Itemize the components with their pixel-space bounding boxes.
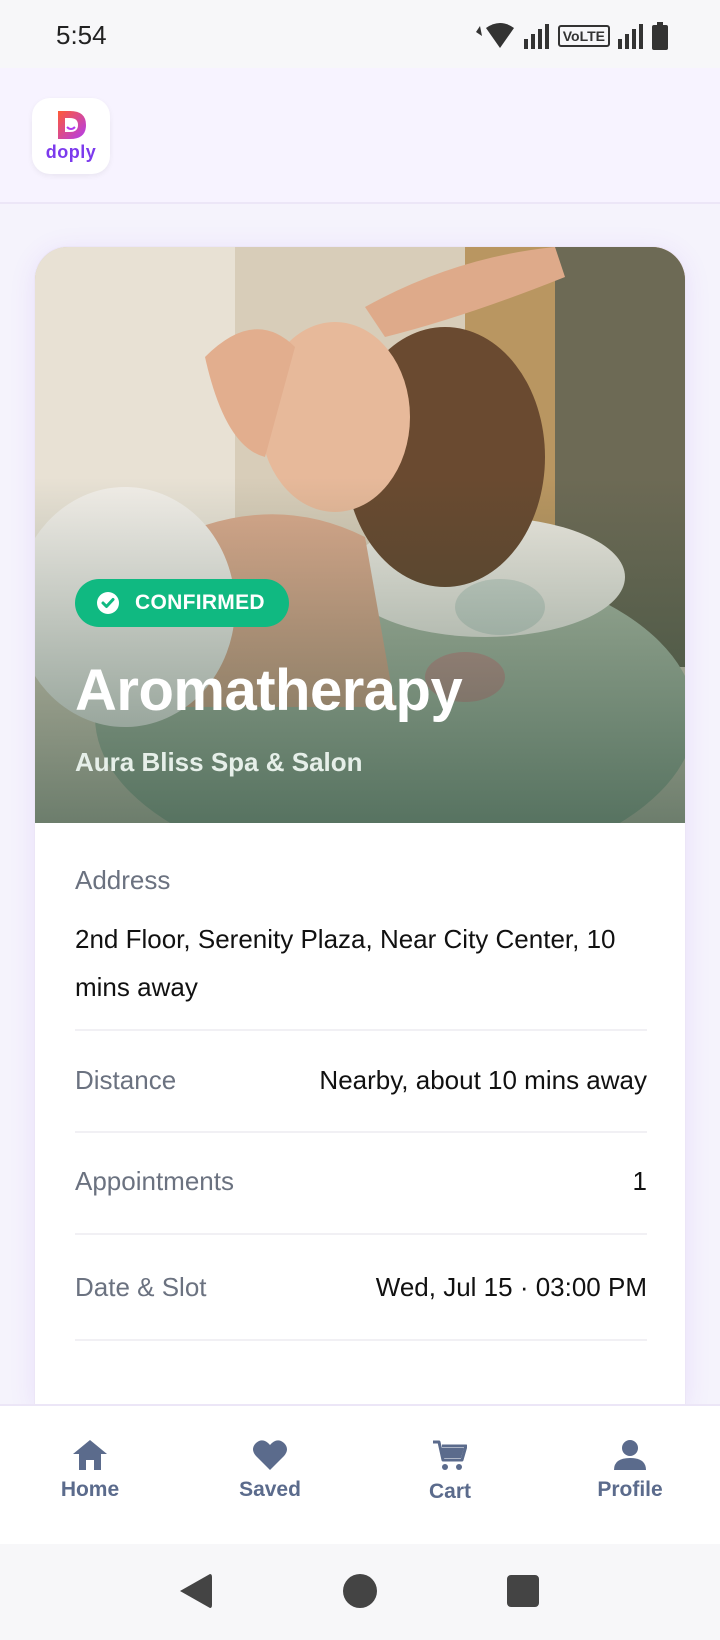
date-slot-label: Date & Slot [75,1271,207,1302]
divider [75,1029,647,1031]
signal-icon [523,24,549,49]
status-icons: VoLTE [475,22,668,50]
distance-row: Distance Nearby, about 10 mins away [75,1055,647,1105]
home-circle-icon[interactable] [343,1574,377,1608]
nav-profile-label: Profile [597,1478,663,1501]
bottom-nav: Home Saved Cart Profile [0,1404,720,1544]
nav-saved-label: Saved [239,1478,301,1501]
status-badge-label: CONFIRMED [135,591,265,614]
divider [75,1131,647,1133]
date-slot-value: Wed, Jul 15 · 03:00 PM [375,1271,647,1302]
nav-profile[interactable]: Profile [540,1406,720,1544]
divider [75,1339,647,1341]
wifi-icon [475,23,514,48]
status-time: 5:54 [56,20,107,50]
appointments-row: Appointments 1 [75,1156,647,1206]
back-icon[interactable] [180,1574,212,1608]
date-slot-row: Date & Slot Wed, Jul 15 · 03:00 PM [75,1262,647,1312]
cart-icon [433,1440,467,1470]
booking-card: CONFIRMED Aromatherapy Aura Bliss Spa & … [34,246,686,1406]
check-circle-icon [97,592,119,614]
distance-value: Nearby, about 10 mins away [319,1064,647,1095]
home-icon [73,1440,107,1470]
battery-icon [652,22,668,50]
hero-overlay [35,247,685,823]
nav-cart[interactable]: Cart [360,1406,540,1544]
appointments-value: 1 [632,1165,647,1196]
person-icon [614,1440,646,1470]
nav-home[interactable]: Home [0,1406,180,1544]
signal-icon-2 [618,24,643,49]
hero-image: CONFIRMED Aromatherapy Aura Bliss Spa & … [35,247,685,823]
nav-saved[interactable]: Saved [180,1406,360,1544]
app-logo[interactable]: doply [32,98,110,174]
volte-badge: VoLTE [557,25,610,47]
logo-mark-icon [58,111,86,139]
status-badge: CONFIRMED [75,579,289,627]
app-header: doply [0,68,720,204]
appointments-label: Appointments [75,1165,234,1196]
address-value: 2nd Floor, Serenity Plaza, Near City Cen… [75,924,616,1002]
venue-name: Aura Bliss Spa & Salon [75,747,363,777]
logo-text: doply [45,142,97,162]
recents-icon[interactable] [507,1575,539,1607]
address-label: Address [75,865,171,895]
system-nav-bar [0,1544,720,1640]
service-title: Aromatherapy [75,658,463,723]
status-bar: 5:54 VoLTE [0,0,720,72]
heart-icon [253,1440,287,1470]
divider [75,1233,647,1235]
nav-cart-label: Cart [428,1480,471,1503]
nav-home-label: Home [60,1478,120,1501]
distance-label: Distance [75,1064,177,1095]
